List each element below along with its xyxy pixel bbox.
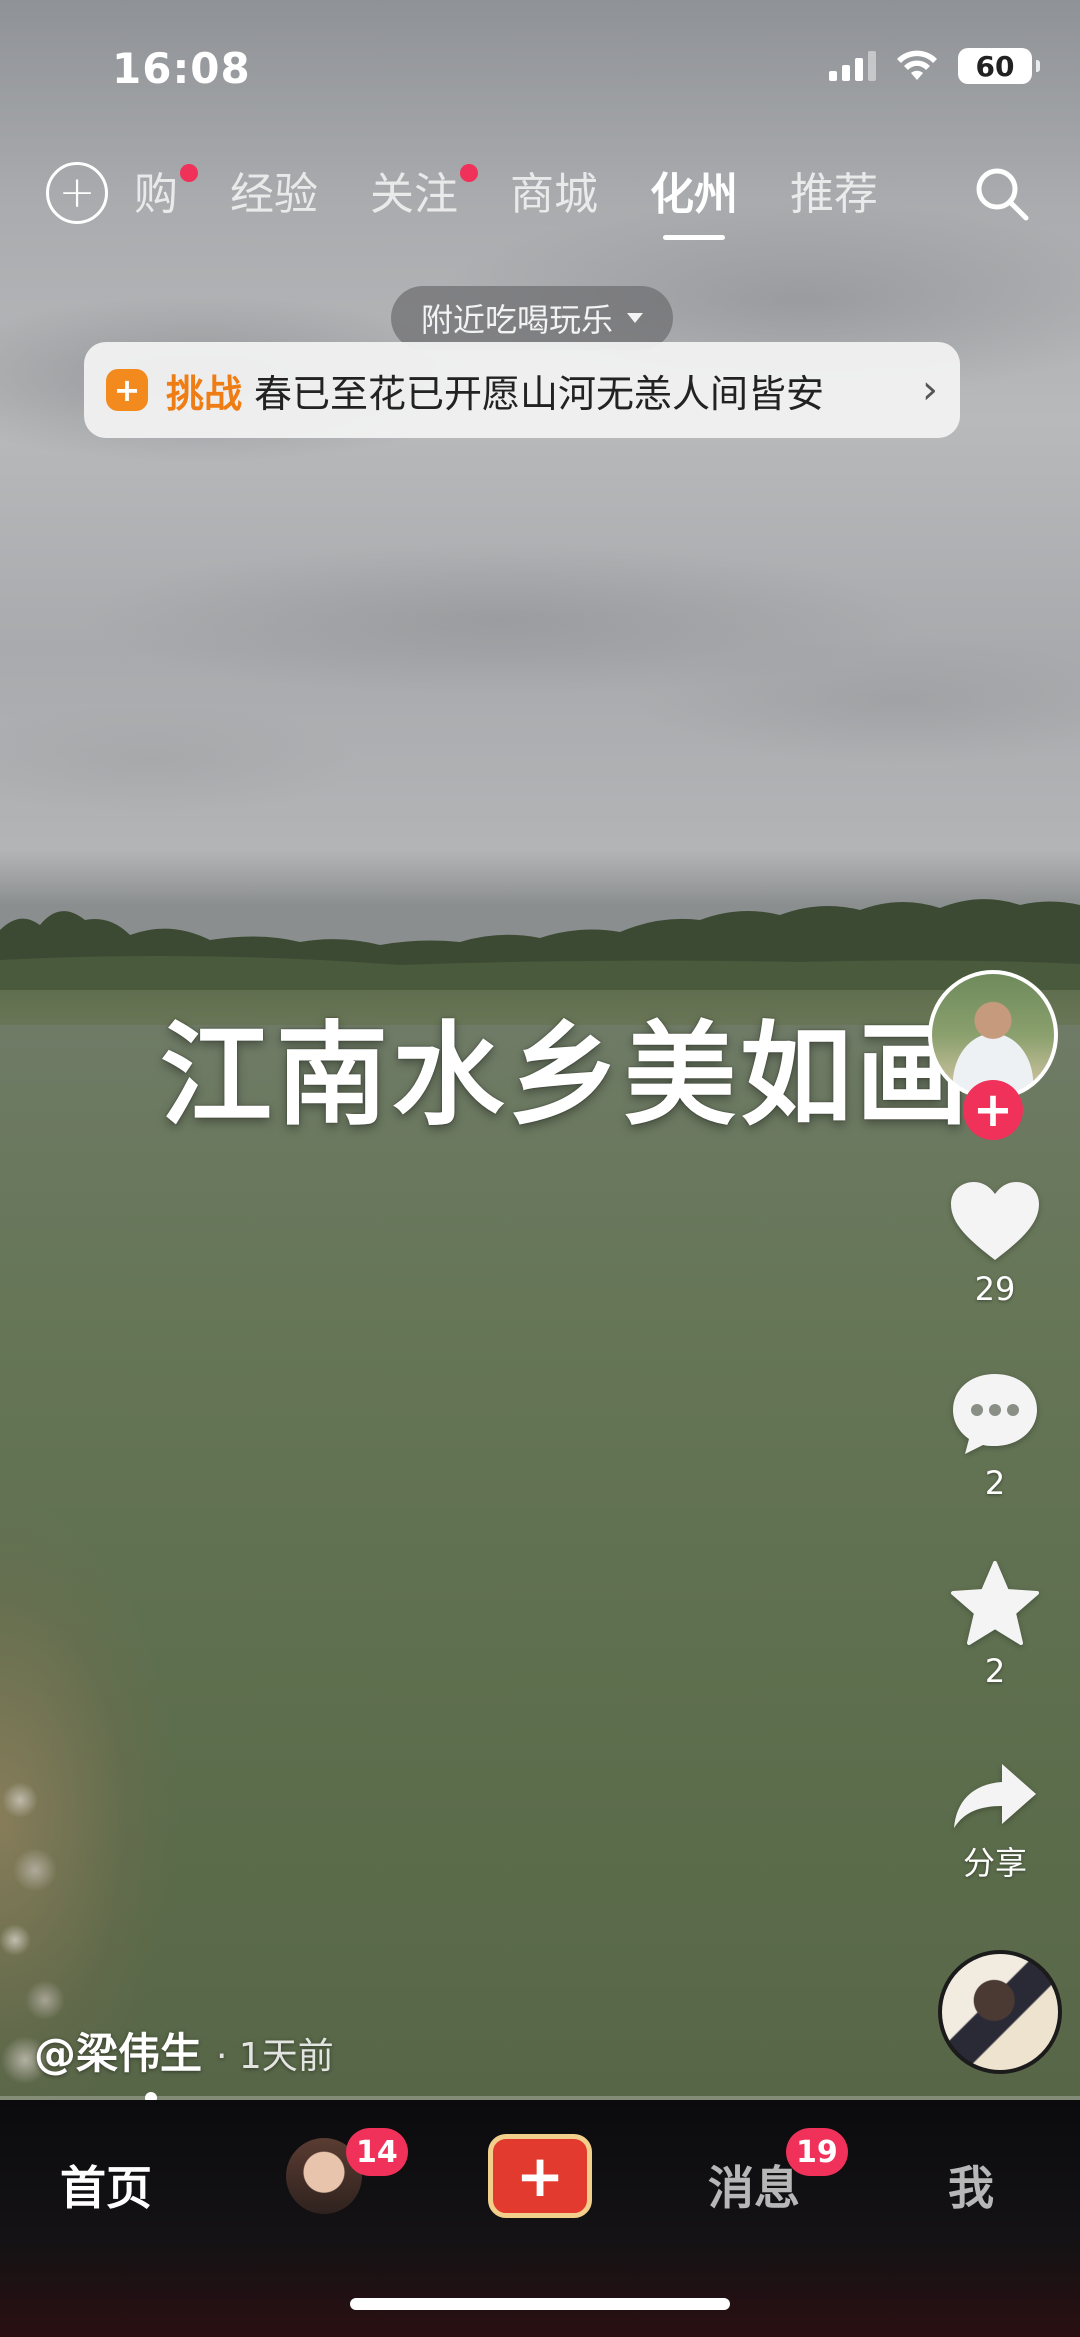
nearby-dropdown[interactable]: 附近吃喝玩乐: [391, 286, 674, 350]
author-avatar-group[interactable]: +: [928, 970, 1058, 1140]
comment-count: 2: [984, 1464, 1006, 1502]
tab-experience[interactable]: 经验: [230, 158, 318, 222]
share-label: 分享: [962, 1844, 1027, 1882]
nearby-label: 附近吃喝玩乐: [421, 301, 614, 339]
tab-local-city[interactable]: 化州: [650, 158, 738, 222]
favorite-button[interactable]: 2: [910, 1560, 1080, 1690]
notification-dot: [460, 164, 478, 182]
post-time: · 1天前: [216, 2036, 334, 2077]
tab-messages[interactable]: 消息: [708, 2152, 800, 2218]
wifi-icon: [897, 50, 937, 80]
add-circle-button[interactable]: +: [46, 162, 108, 224]
like-button[interactable]: 29: [910, 1180, 1080, 1308]
sky: [0, 0, 1080, 905]
friends-badge: 14: [346, 2128, 408, 2176]
heart-icon: [951, 1182, 1039, 1260]
challenge-icon: +: [106, 369, 148, 411]
comment-button[interactable]: 2: [910, 1370, 1080, 1502]
cellular-signal-icon: [829, 51, 876, 81]
like-count: 29: [974, 1270, 1016, 1308]
video-caption: 江南水乡美如画: [160, 1011, 972, 1141]
challenge-tag: 挑战: [166, 371, 243, 416]
chevron-right-icon: ›: [922, 367, 938, 413]
tab-me[interactable]: 我: [948, 2152, 994, 2218]
author-name[interactable]: @梁伟生: [34, 2020, 202, 2081]
create-post-button[interactable]: +: [488, 2134, 592, 2218]
challenge-banner[interactable]: + 挑战 春已至花已开愿山河无恙人间皆安 ›: [84, 342, 960, 438]
tab-home[interactable]: 首页: [60, 2152, 152, 2218]
challenge-title: 春已至花已开愿山河无恙人间皆安: [254, 371, 825, 416]
share-arrow-icon: [954, 1764, 1036, 1828]
search-icon[interactable]: [970, 162, 1034, 226]
messages-badge: 19: [786, 2128, 848, 2176]
status-time: 16:08: [112, 44, 251, 93]
tab-mall[interactable]: 商城: [510, 158, 598, 222]
status-icons: 60: [829, 48, 1040, 84]
top-nav: + 购 经验 关注 商城 化州 推荐: [0, 150, 1080, 240]
top-tabs: 购 经验 关注 商城 化州 推荐: [134, 158, 930, 222]
follow-button[interactable]: +: [963, 1080, 1023, 1140]
star-icon: [951, 1561, 1039, 1645]
caret-down-icon: [627, 313, 644, 323]
notification-dot: [180, 164, 198, 182]
tab-shopping[interactable]: 购: [134, 158, 198, 222]
tab-recommended[interactable]: 推荐: [790, 158, 878, 222]
comment-icon: [953, 1374, 1037, 1454]
share-button[interactable]: 分享: [910, 1760, 1080, 1884]
home-indicator: [350, 2298, 730, 2310]
tab-following[interactable]: 关注: [370, 158, 478, 222]
battery-icon: 60: [958, 48, 1040, 84]
author-line: @梁伟生 · 1天前: [34, 2020, 334, 2081]
favorite-count: 2: [984, 1652, 1006, 1690]
music-disc[interactable]: [938, 1950, 1062, 2074]
